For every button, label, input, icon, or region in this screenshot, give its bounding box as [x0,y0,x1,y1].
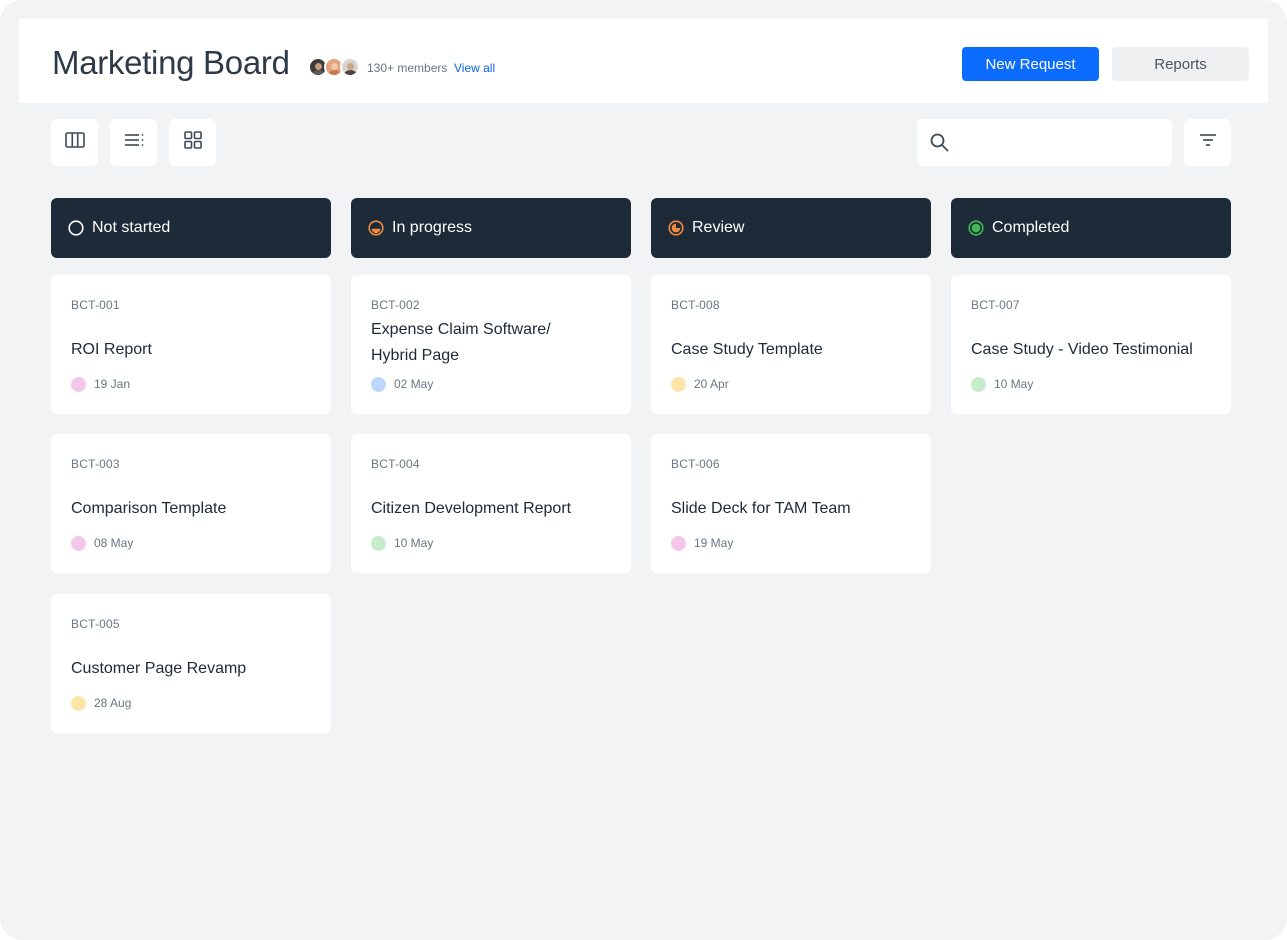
task-id: BCT-002 [371,298,420,312]
task-date: 10 May [994,377,1034,391]
tag-dot [671,377,686,392]
task-title: Case Study - Video Testimonial [971,341,1193,358]
avatar [340,57,360,77]
task-card[interactable]: BCT-007 Case Study - Video Testimonial 1… [951,275,1231,414]
search-icon [930,133,949,157]
task-date: 10 May [394,536,434,550]
new-request-button[interactable]: New Request [962,47,1099,81]
column-header-in-progress[interactable]: In progress [351,198,631,258]
task-card[interactable]: BCT-002 Expense Claim Software/ Hybrid P… [351,275,631,414]
task-id: BCT-008 [671,298,720,312]
tag-dot [71,377,86,392]
task-title: Customer Page Revamp [71,660,247,677]
columns-view-button[interactable] [51,119,98,166]
task-title: ROI Report [71,341,152,358]
search-input[interactable] [961,127,1161,157]
task-title: Case Study Template [671,341,823,358]
half-circle-icon [368,220,384,236]
task-date: 20 Apr [694,377,729,391]
column-header-review[interactable]: Review [651,198,931,258]
column-header-completed[interactable]: Completed [951,198,1231,258]
task-title: Slide Deck for TAM Team [671,500,851,517]
column-label: Not started [92,219,171,236]
three-quarter-circle-icon [668,220,684,236]
column-label: In progress [392,219,473,236]
list-view-icon [124,133,144,152]
task-card[interactable]: BCT-001 ROI Report 19 Jan [51,275,331,414]
app-frame: Marketing Board 130+ members View all Ne… [0,0,1287,940]
task-title: Citizen Development Report [371,500,572,517]
column-label: Completed [992,219,1070,236]
task-id: BCT-007 [971,298,1020,312]
grid-view-button[interactable] [169,119,216,166]
tag-dot [971,377,986,392]
task-card[interactable]: BCT-005 Customer Page Revamp 28 Aug [51,594,331,733]
task-id: BCT-004 [371,457,420,471]
task-card[interactable]: BCT-004 Citizen Development Report 10 Ma… [351,434,631,573]
columns-view-icon [64,132,85,153]
tag-dot [71,536,86,551]
view-all-link[interactable]: View all [454,61,495,75]
task-date: 02 May [394,377,434,391]
tag-dot [371,377,386,392]
task-id: BCT-006 [671,457,720,471]
tag-dot [371,536,386,551]
filled-circle-icon [968,220,984,236]
column-label: Review [692,219,745,236]
task-date: 19 Jan [94,377,131,391]
page-header: Marketing Board 130+ members View all Ne… [19,19,1268,103]
task-id: BCT-005 [71,617,120,631]
tag-dot [671,536,686,551]
filter-icon [1199,133,1217,152]
reports-button[interactable]: Reports [1112,47,1249,81]
task-title: Comparison Template [71,500,227,517]
task-card[interactable]: BCT-008 Case Study Template 20 Apr [651,275,931,414]
task-id: BCT-003 [71,457,120,471]
task-date: 19 May [694,536,734,550]
task-title: Expense Claim Software/ Hybrid Page [371,321,551,364]
search-box[interactable] [917,119,1172,166]
column-header-not-started[interactable]: Not started [51,198,331,258]
task-date: 28 Aug [94,696,132,710]
task-id: BCT-001 [71,298,120,312]
filter-button[interactable] [1184,119,1231,166]
member-count: 130+ members [367,61,448,75]
task-card[interactable]: BCT-006 Slide Deck for TAM Team 19 May [651,434,931,573]
tag-dot [71,696,86,711]
page-title: Marketing Board [52,44,290,81]
member-avatars[interactable] [308,57,364,77]
empty-circle-icon [68,220,84,236]
task-date: 08 May [94,536,134,550]
list-view-button[interactable] [110,119,157,166]
grid-view-icon [183,131,202,154]
task-card[interactable]: BCT-003 Comparison Template 08 May [51,434,331,573]
